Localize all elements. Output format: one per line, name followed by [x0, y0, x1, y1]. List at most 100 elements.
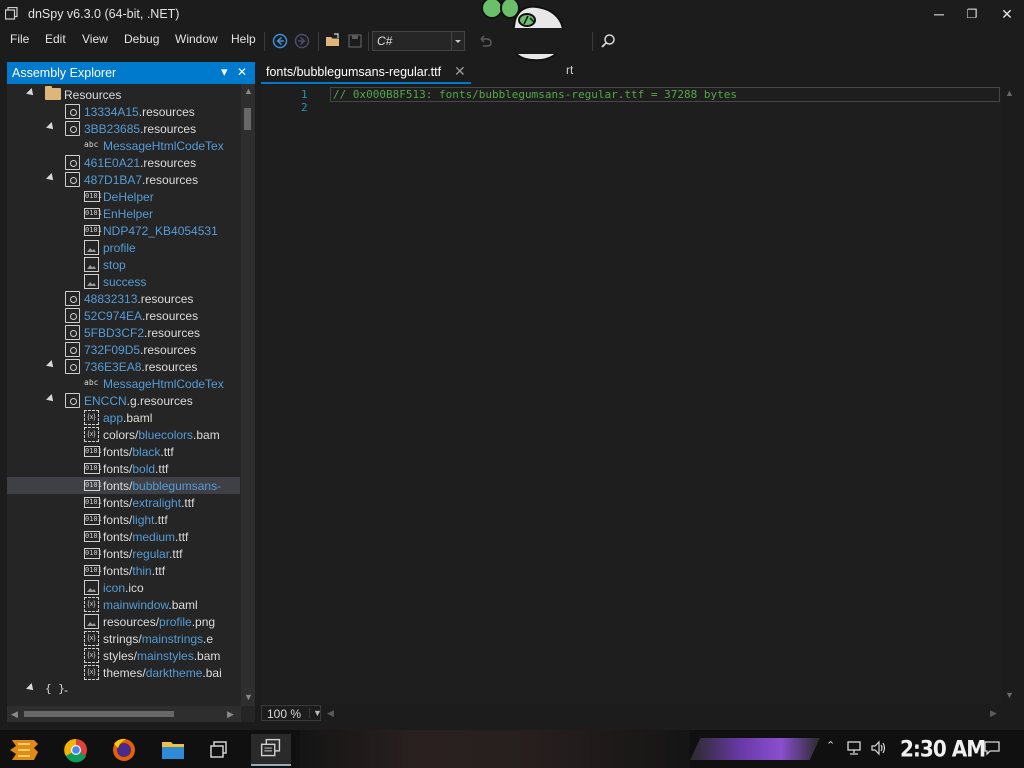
tree-node[interactable]: {x} mainwindow.baml — [7, 596, 240, 613]
tree-node[interactable]: ENCCN.g.resources — [7, 392, 240, 409]
restore-button[interactable]: ❐ — [957, 4, 987, 24]
undo-icon[interactable] — [477, 33, 493, 49]
binary-data-icon: 0101 — [84, 497, 102, 508]
tree-node[interactable]: resources/profile.png — [7, 613, 240, 630]
menu-window[interactable]: Window — [175, 32, 218, 46]
tree-node[interactable]: 0101 fonts/medium.ttf — [7, 528, 240, 545]
tree-node[interactable]: {x} app.baml — [7, 409, 240, 426]
windows-taskbar: ⌃ 2:30 AM — [0, 730, 1024, 768]
code-comment-line[interactable]: // 0x000B8F513: fonts/bubblegumsans-regu… — [333, 88, 737, 101]
horizontal-scrollbar[interactable]: ◀ ▶ — [7, 706, 241, 722]
start-button-fragment[interactable]: rt — [566, 63, 573, 77]
chevron-down-icon[interactable] — [451, 32, 464, 50]
tree-node[interactable]: 0101 fonts/regular.ttf — [7, 545, 240, 562]
dnspy-app-icon[interactable] — [5, 7, 18, 20]
tree-node[interactable]: 0101 fonts/black.ttf — [7, 443, 240, 460]
tree-node[interactable]: 48832313.resources — [7, 290, 240, 307]
expand-arrow-icon[interactable] — [46, 360, 56, 370]
tree-node[interactable]: 0101 fonts/bubblegumsans- — [7, 477, 240, 494]
tree-node[interactable]: 13334A15.resources — [7, 103, 240, 120]
firefox-icon[interactable] — [104, 734, 144, 766]
scrollbar-thumb[interactable] — [24, 711, 174, 717]
scroll-down-arrow-icon[interactable]: ▼ — [244, 692, 253, 702]
search-icon[interactable] — [600, 33, 616, 49]
tree-node[interactable]: 5FBD3CF2.resources — [7, 324, 240, 341]
expand-arrow-icon[interactable] — [46, 122, 56, 132]
tree-node[interactable]: 0101 NDP472_KB4054531 — [7, 222, 240, 239]
label-segment: fonts/ — [103, 445, 133, 459]
tree-node[interactable]: 0101 fonts/thin.ttf — [7, 562, 240, 579]
scroll-right-arrow-icon[interactable]: ▶ — [227, 709, 234, 720]
tree-node[interactable]: 732F09D5.resources — [7, 341, 240, 358]
zoom-selector[interactable]: 100 % ▼ — [261, 705, 322, 721]
open-folder-icon[interactable] — [325, 33, 341, 49]
tree-node-label: EnHelper — [103, 207, 153, 221]
tree-node[interactable]: abc MessageHtmlCodeTex — [7, 137, 240, 154]
tree-node[interactable]: {x} strings/mainstrings.e — [7, 630, 240, 647]
tree-node[interactable]: stop — [7, 256, 240, 273]
editor-vertical-scrollbar[interactable]: ▲ ▼ — [1001, 86, 1017, 704]
menu-help[interactable]: Help — [231, 32, 256, 46]
panel-menu-chevron-icon[interactable]: ▾ — [221, 64, 228, 80]
baml-file-icon: {x} — [84, 410, 99, 425]
menu-view[interactable]: View — [82, 32, 108, 46]
expand-arrow-icon[interactable] — [46, 394, 56, 404]
close-window-button[interactable]: ✕ — [992, 4, 1022, 24]
tree-folder-node[interactable]: Resources — [7, 86, 240, 103]
chrome-icon[interactable] — [56, 734, 96, 766]
tree-node[interactable]: profile — [7, 239, 240, 256]
code-editor[interactable]: 1 // 0x000B8F513: fonts/bubblegumsans-re… — [261, 86, 1001, 704]
tree-node[interactable]: icon.ico — [7, 579, 240, 596]
tree-node[interactable]: 52C974EA.resources — [7, 307, 240, 324]
back-icon[interactable] — [272, 33, 288, 49]
tab-close-icon[interactable]: ✕ — [454, 63, 466, 80]
tree-node[interactable]: 0101 DeHelper — [7, 188, 240, 205]
taskbar-clock[interactable]: 2:30 AM — [900, 736, 986, 762]
tree-node[interactable]: {x} colors/bluecolors.bam — [7, 426, 240, 443]
tree-node[interactable]: 736E3EA8.resources — [7, 358, 240, 375]
editor-horizontal-scrollbar[interactable]: ◀ ▶ — [325, 706, 1001, 720]
save-all-icon[interactable] — [347, 33, 363, 49]
menu-file[interactable]: File — [10, 32, 29, 46]
expand-arrow-icon[interactable] — [26, 683, 36, 693]
language-selector[interactable]: C# — [372, 31, 465, 51]
menu-edit[interactable]: Edit — [45, 32, 66, 46]
task-view-icon[interactable] — [200, 734, 240, 766]
tree-node[interactable]: 487D1BA7.resources — [7, 171, 240, 188]
chevron-down-icon[interactable]: ▼ — [309, 708, 322, 718]
tree-node[interactable]: 0101 fonts/bold.ttf — [7, 460, 240, 477]
tree-namespace-node[interactable]: { } - — [7, 681, 240, 698]
expand-arrow-icon[interactable] — [26, 88, 36, 98]
tree-node[interactable]: 461E0A21.resources — [7, 154, 240, 171]
tree-node[interactable]: 3BB23685.resources — [7, 120, 240, 137]
scroll-left-arrow-icon[interactable]: ◀ — [327, 708, 334, 719]
tree-node[interactable]: {x} styles/mainstyles.bam — [7, 647, 240, 664]
tree-node[interactable]: 0101 fonts/light.ttf — [7, 511, 240, 528]
label-segment: .resources — [142, 309, 199, 323]
tree-node[interactable]: 0101 fonts/extralight.ttf — [7, 494, 240, 511]
dnspy-taskbar-icon[interactable] — [251, 734, 291, 766]
action-center-icon[interactable] — [983, 740, 1001, 756]
tab-document[interactable]: fonts/bubblegumsans-regular.ttf ✕ — [261, 62, 471, 84]
menu-debug[interactable]: Debug — [124, 32, 159, 46]
tree-node[interactable]: success — [7, 273, 240, 290]
forward-icon[interactable] — [294, 33, 310, 49]
scrollbar-thumb[interactable] — [244, 108, 251, 130]
start-menu-icon[interactable] — [4, 734, 44, 766]
expand-arrow-icon[interactable] — [46, 173, 56, 183]
tree-node[interactable]: abc MessageHtmlCodeTex — [7, 375, 240, 392]
scroll-down-arrow-icon[interactable]: ▼ — [1005, 690, 1014, 700]
volume-icon[interactable] — [870, 740, 888, 756]
scroll-up-arrow-icon[interactable]: ▲ — [1005, 88, 1014, 98]
panel-close-icon[interactable]: ✕ — [237, 65, 247, 79]
minimize-button[interactable]: ─ — [924, 4, 954, 24]
tree-node[interactable]: 0101 EnHelper — [7, 205, 240, 222]
network-icon[interactable] — [846, 740, 864, 756]
tree-node[interactable]: {x} themes/darktheme.bai — [7, 664, 240, 681]
scroll-right-arrow-icon[interactable]: ▶ — [990, 708, 997, 719]
file-explorer-icon[interactable] — [153, 734, 193, 766]
scroll-up-arrow-icon[interactable]: ▲ — [244, 86, 253, 96]
vertical-scrollbar[interactable]: ▲ ▼ — [241, 84, 255, 706]
show-hidden-icons-chevron-icon[interactable]: ⌃ — [826, 739, 835, 752]
scroll-left-arrow-icon[interactable]: ◀ — [11, 709, 18, 720]
